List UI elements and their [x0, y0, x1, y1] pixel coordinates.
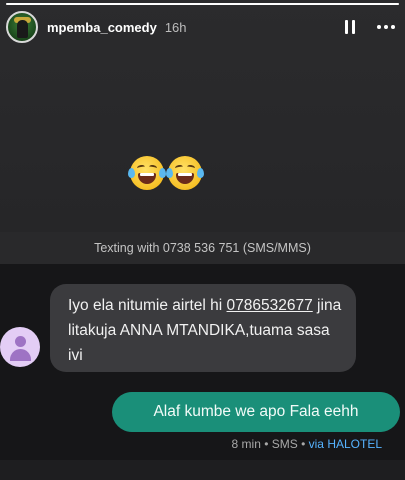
message-meta: 8 min • SMS • via HALOTEL — [232, 437, 382, 451]
incoming-message-text: Iyo ela nitumie airtel hi 0786532677 jin… — [68, 293, 342, 368]
tears-of-joy-emoji-icon — [166, 156, 204, 190]
tears-of-joy-emoji-icon — [128, 156, 166, 190]
sms-conversation-header: Texting with 0738 536 751 (SMS/MMS) — [0, 232, 405, 264]
emoji-group — [128, 156, 204, 190]
emoji-eye — [136, 164, 146, 171]
phone-number-link[interactable]: 0786532677 — [227, 297, 313, 314]
profile-avatar[interactable] — [6, 11, 38, 43]
emoji-tear — [197, 168, 204, 178]
contact-avatar-head — [15, 336, 26, 347]
pause-bar-right — [352, 20, 355, 34]
emoji-mouth — [138, 173, 156, 184]
more-dot — [384, 25, 388, 29]
more-dot — [391, 25, 395, 29]
contact-avatar-icon[interactable] — [0, 327, 40, 367]
message-time-type: 8 min • SMS • — [231, 437, 309, 451]
story-header: mpemba_comedy 16h — [6, 10, 395, 44]
outgoing-message-text: Alaf kumbe we apo Fala eehh — [153, 403, 359, 420]
incoming-text-start: Iyo ela nitumie airtel hi — [68, 297, 227, 314]
bottom-strip — [0, 460, 405, 480]
story-username[interactable]: mpemba_comedy — [47, 20, 157, 35]
more-options-icon[interactable] — [377, 21, 395, 33]
emoji-mouth — [176, 173, 194, 184]
texting-with-label: Texting with 0738 536 751 (SMS/MMS) — [94, 241, 311, 255]
avatar-figure-shape — [17, 20, 28, 38]
emoji-eye — [186, 164, 196, 171]
story-timestamp: 16h — [164, 19, 187, 35]
carrier-label: via HALOTEL — [308, 437, 382, 451]
contact-avatar-body — [10, 349, 31, 361]
story-header-actions — [345, 20, 395, 34]
pause-icon[interactable] — [345, 20, 355, 34]
story-progress-fill — [6, 3, 399, 5]
pause-bar-left — [345, 20, 348, 34]
emoji-eye — [174, 164, 184, 171]
outgoing-message-bubble[interactable]: Alaf kumbe we apo Fala eehh — [112, 392, 400, 432]
incoming-message-bubble[interactable]: Iyo ela nitumie airtel hi 0786532677 jin… — [50, 284, 356, 372]
emoji-tear — [159, 168, 166, 178]
emoji-tear — [128, 168, 135, 178]
emoji-eye — [148, 164, 158, 171]
more-dot — [377, 25, 381, 29]
story-progress-bar — [6, 3, 399, 5]
emoji-tear — [166, 168, 173, 178]
story-media: mpemba_comedy 16h — [0, 0, 405, 232]
